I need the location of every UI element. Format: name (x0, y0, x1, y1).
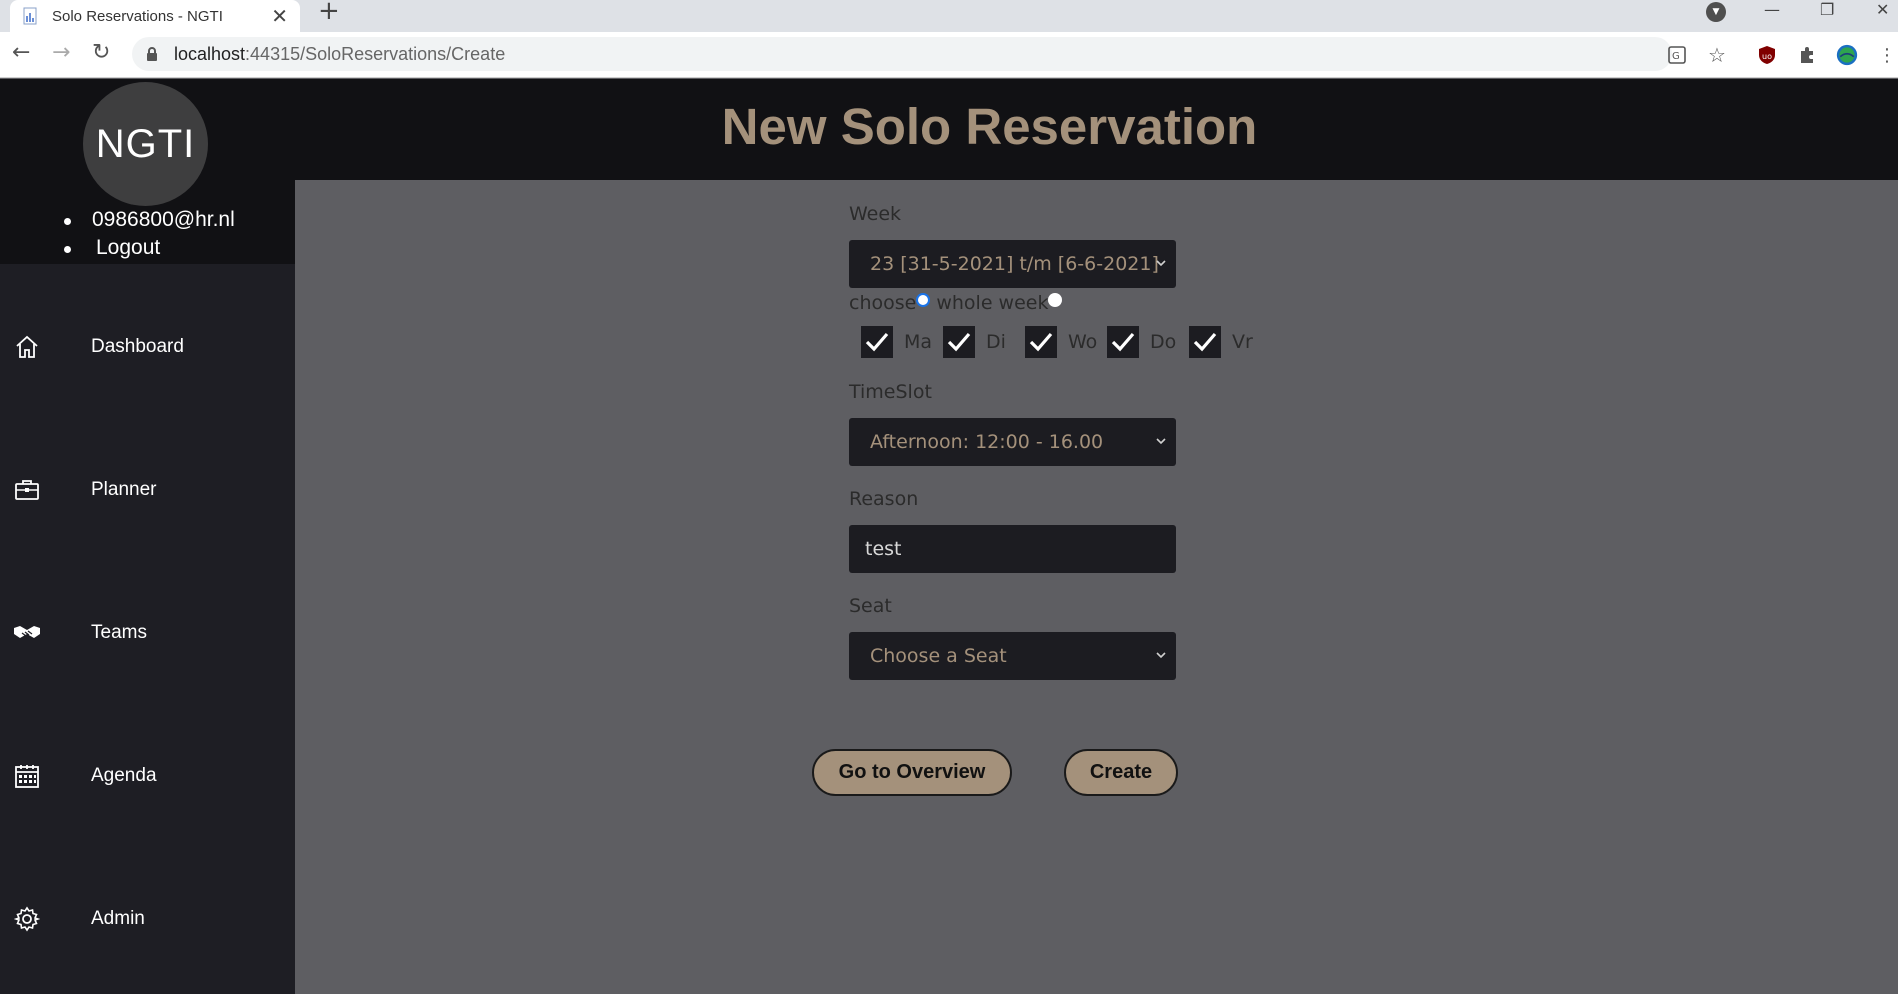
reason-input-value: test (865, 538, 902, 560)
extensions-puzzle-icon[interactable] (1796, 44, 1818, 66)
checkbox-vr[interactable] (1189, 326, 1221, 358)
sidebar-item-planner[interactable]: Planner (0, 470, 295, 510)
user-email: 0986800@hr.nl (62, 206, 235, 234)
back-arrow-icon[interactable]: ← (12, 42, 30, 64)
page-header: New Solo Reservation (295, 79, 1898, 180)
close-window-button[interactable]: ✕ (1876, 0, 1889, 20)
browser-address-bar: ← → ↻ localhost:44315/SoloReservations/C… (0, 32, 1898, 78)
check-icon (1193, 332, 1217, 352)
checkbox-di[interactable] (943, 326, 975, 358)
forward-arrow-icon[interactable]: → (52, 42, 70, 64)
app-page: NGTI 0986800@hr.nl Logout Dashboard Plan… (0, 79, 1898, 994)
tab-search-icon[interactable]: ▼ (1706, 2, 1726, 22)
minimize-window-button[interactable]: — (1764, 0, 1780, 20)
week-select[interactable]: 23 [31-5-2021] t/m [6-6-2021] (849, 240, 1176, 288)
new-tab-button[interactable]: + (318, 0, 340, 24)
day-label: Wo (1068, 331, 1098, 353)
briefcase-icon (12, 475, 42, 505)
whole-week-radio[interactable] (1048, 293, 1063, 307)
svg-text:uo: uo (1762, 52, 1772, 61)
main-content: Week 23 [31-5-2021] t/m [6-6-2021] choos… (295, 180, 1898, 994)
seat-select-value: Choose a Seat (870, 645, 1007, 667)
whole-week-radio-label: whole week (936, 292, 1049, 314)
day-label: Ma (904, 331, 933, 353)
tab-close-icon[interactable]: ✕ (271, 6, 288, 26)
day-label: Do (1150, 331, 1177, 353)
sidebar: NGTI 0986800@hr.nl Logout Dashboard Plan… (0, 79, 295, 994)
timeslot-select-value: Afternoon: 12:00 - 16.00 (870, 431, 1104, 453)
chevron-down-icon (1156, 438, 1166, 445)
checkbox-ma[interactable] (861, 326, 893, 358)
checkbox-do[interactable] (1107, 326, 1139, 358)
week-label: Week (849, 203, 902, 225)
sidebar-item-label: Admin (91, 908, 145, 929)
day-checkbox-do: Do (1107, 326, 1182, 358)
translate-icon[interactable]: G (1666, 44, 1688, 66)
profile-avatar-icon[interactable] (1836, 44, 1858, 66)
day-checkbox-ma: Ma (861, 326, 936, 358)
tab-title: Solo Reservations - NGTI (52, 7, 223, 25)
ublock-icon[interactable]: uo (1756, 44, 1778, 66)
handshake-icon (12, 618, 42, 648)
sidebar-item-admin[interactable]: Admin (0, 899, 295, 939)
sidebar-item-label: Agenda (91, 765, 157, 786)
svg-text:G: G (1672, 51, 1680, 62)
url-host: localhost (174, 43, 246, 64)
calendar-icon (12, 761, 42, 791)
timeslot-select[interactable]: Afternoon: 12:00 - 16.00 (849, 418, 1176, 466)
seat-select[interactable]: Choose a Seat (849, 632, 1176, 680)
bookmark-star-icon[interactable]: ☆ (1706, 43, 1728, 67)
check-icon (1111, 332, 1135, 352)
browser-menu-icon[interactable]: ⋮ (1876, 44, 1898, 66)
sidebar-item-label: Teams (91, 622, 147, 643)
sidebar-item-label: Planner (91, 479, 157, 500)
day-checkbox-wo: Wo (1025, 326, 1100, 358)
home-icon (12, 332, 42, 362)
chevron-down-icon (1156, 260, 1166, 267)
seat-label: Seat (849, 595, 892, 617)
check-icon (865, 332, 889, 352)
user-menu: 0986800@hr.nl Logout (62, 206, 235, 262)
page-title: New Solo Reservation (721, 98, 1258, 155)
go-to-overview-button[interactable]: Go to Overview (812, 749, 1012, 796)
reload-icon[interactable]: ↻ (92, 42, 110, 64)
url-path: :44315/SoloReservations/Create (245, 43, 506, 64)
choose-radio-label: choose (849, 292, 917, 314)
sidebar-user-panel: NGTI 0986800@hr.nl Logout (0, 79, 295, 264)
url-text: localhost:44315/SoloReservations/Create (174, 44, 505, 65)
week-select-value: 23 [31-5-2021] t/m [6-6-2021] (870, 253, 1159, 275)
day-label: Vr (1232, 331, 1253, 353)
sidebar-item-dashboard[interactable]: Dashboard (0, 327, 295, 367)
weekday-checkboxes: Ma Di Wo Do Vr (861, 326, 1271, 358)
browser-tab[interactable]: Solo Reservations - NGTI ✕ (10, 0, 300, 32)
week-mode-radio-group: choose whole week (849, 290, 1063, 316)
restore-window-button[interactable]: ❐ (1820, 0, 1834, 20)
sidebar-item-agenda[interactable]: Agenda (0, 756, 295, 796)
create-button[interactable]: Create (1064, 749, 1178, 796)
page-favicon-icon (22, 7, 38, 25)
sidebar-item-label: Dashboard (91, 336, 184, 357)
timeslot-label: TimeSlot (849, 381, 932, 403)
logout-link[interactable]: Logout (62, 234, 235, 262)
browser-tab-bar: Solo Reservations - NGTI ✕ + ▼ — ❐ ✕ (0, 0, 1898, 32)
chevron-down-icon (1156, 652, 1166, 659)
gear-icon (12, 904, 42, 934)
day-checkbox-vr: Vr (1189, 326, 1264, 358)
day-checkbox-di: Di (943, 326, 1018, 358)
sidebar-item-teams[interactable]: Teams (0, 613, 295, 653)
url-field[interactable]: localhost:44315/SoloReservations/Create (132, 37, 1672, 71)
lock-icon (146, 46, 160, 62)
check-icon (947, 332, 971, 352)
reason-input[interactable]: test (849, 525, 1176, 573)
day-label: Di (986, 331, 1006, 353)
checkbox-wo[interactable] (1025, 326, 1057, 358)
reason-label: Reason (849, 488, 919, 510)
ngti-logo: NGTI (83, 82, 208, 206)
choose-radio[interactable] (916, 293, 931, 307)
check-icon (1029, 332, 1053, 352)
